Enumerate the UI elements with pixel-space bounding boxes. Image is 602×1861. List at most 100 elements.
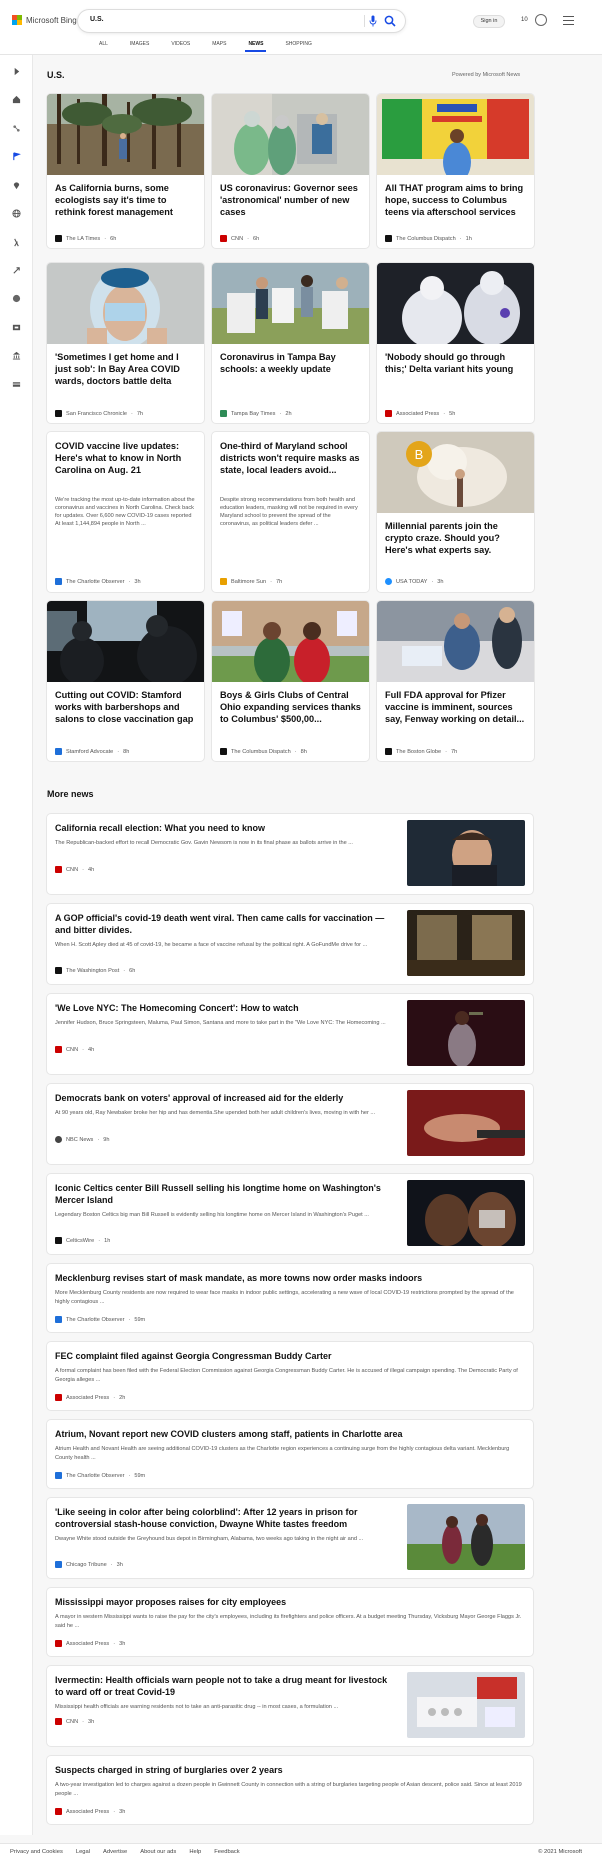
news-thumbnail (407, 1000, 525, 1066)
location-icon[interactable] (9, 178, 23, 192)
news-list-item[interactable]: A GOP official's covid-19 death went vir… (47, 904, 533, 984)
movie-icon[interactable] (9, 320, 23, 334)
tab-news[interactable]: News (237, 41, 274, 52)
news-list-item[interactable]: 'Like seeing in color after being colorb… (47, 1498, 533, 1578)
card-title[interactable]: Full FDA approval for Pfizer vaccine is … (385, 689, 527, 725)
tab-videos[interactable]: Videos (160, 41, 201, 51)
news-title[interactable]: California recall election: What you nee… (55, 822, 395, 834)
news-title[interactable]: A GOP official's covid-19 death went vir… (55, 912, 400, 936)
news-title[interactable]: Iconic Celtics center Bill Russell selli… (55, 1182, 395, 1206)
footer-link-about-ads[interactable]: About our ads (140, 1849, 176, 1855)
card-title[interactable]: 'Nobody should go through this;' Delta v… (385, 351, 527, 375)
bank-icon[interactable] (9, 348, 23, 362)
microphone-icon[interactable] (369, 15, 377, 27)
news-card[interactable]: Boys & Girls Clubs of Central Ohio expan… (212, 601, 369, 761)
card-title[interactable]: One-third of Maryland school districts w… (220, 440, 362, 476)
news-list-item[interactable]: Iconic Celtics center Bill Russell selli… (47, 1174, 533, 1254)
globe-world-icon[interactable] (9, 291, 23, 305)
card-image-crypto: B (377, 432, 534, 513)
science-icon[interactable] (9, 235, 23, 249)
tab-images[interactable]: Images (119, 41, 160, 51)
card-title[interactable]: Cutting out COVID: Stamford works with b… (55, 689, 197, 725)
section-title-us: U.S. (47, 70, 65, 80)
tab-shopping[interactable]: Shopping (274, 41, 322, 51)
news-card[interactable]: 'Sometimes I get home and I just sob': I… (47, 263, 204, 423)
cnn-logo-icon (220, 235, 227, 242)
sign-in-button[interactable]: Sign in (473, 15, 505, 28)
news-title[interactable]: Democrats bank on voters' approval of in… (55, 1092, 395, 1104)
tab-maps[interactable]: Maps (201, 41, 237, 51)
expand-icon[interactable] (9, 64, 23, 78)
card-title[interactable]: US coronavirus: Governor sees 'astronomi… (220, 182, 362, 218)
search-icon[interactable] (384, 15, 396, 27)
news-card[interactable]: COVID vaccine live updates: Here's what … (47, 432, 204, 592)
footer-link-privacy[interactable]: Privacy and Cookies (10, 1849, 63, 1855)
news-title[interactable]: 'We Love NYC: The Homecoming Concert': H… (55, 1002, 395, 1014)
news-card[interactable]: 'Nobody should go through this;' Delta v… (377, 263, 534, 423)
news-card[interactable]: One-third of Maryland school districts w… (212, 432, 369, 592)
news-time: 59m (134, 1316, 146, 1323)
card-title[interactable]: COVID vaccine live updates: Here's what … (55, 440, 197, 476)
news-card[interactable]: Cutting out COVID: Stamford works with b… (47, 601, 204, 761)
news-thumbnail (407, 1504, 525, 1570)
bing-logo[interactable]: Microsoft Bing (12, 15, 77, 25)
home-icon[interactable] (9, 92, 23, 106)
source-logo-icon (55, 235, 62, 242)
recommended-icon[interactable] (9, 121, 23, 135)
source-name: Stamford Advocate (66, 748, 114, 755)
news-card[interactable]: Coronavirus in Tampa Bay schools: a week… (212, 263, 369, 423)
news-list-item[interactable]: Mississippi mayor proposes raises for ci… (47, 1588, 533, 1656)
news-list-item[interactable]: Democrats bank on voters' approval of in… (47, 1084, 533, 1164)
search-query[interactable]: U.S. (90, 16, 104, 23)
card-icon[interactable] (9, 377, 23, 391)
card-title[interactable]: Millennial parents join the crypto craze… (385, 520, 527, 556)
card-source: The Charlotte Observer · 3h (55, 578, 141, 585)
footer-link-advertise[interactable]: Advertise (103, 1849, 127, 1855)
card-title[interactable]: 'Sometimes I get home and I just sob': I… (55, 351, 197, 387)
card-image-face-shield (47, 263, 204, 348)
card-image-ppe (377, 263, 534, 348)
card-title[interactable]: Boys & Girls Clubs of Central Ohio expan… (220, 689, 362, 725)
rewards-count[interactable]: 10 (521, 17, 528, 23)
news-title[interactable]: Mississippi mayor proposes raises for ci… (55, 1596, 525, 1608)
news-list-item[interactable]: FEC complaint filed against Georgia Cong… (47, 1342, 533, 1410)
news-list-item[interactable]: 'We Love NYC: The Homecoming Concert': H… (47, 994, 533, 1074)
news-card[interactable]: US coronavirus: Governor sees 'astronomi… (212, 94, 369, 248)
news-title[interactable]: Ivermectin: Health officials warn people… (55, 1674, 395, 1698)
footer-link-feedback[interactable]: Feedback (214, 1849, 239, 1855)
globe-icon[interactable] (9, 206, 23, 220)
news-list-item[interactable]: Ivermectin: Health officials warn people… (47, 1666, 533, 1746)
news-title[interactable]: Atrium, Novant report new COVID clusters… (55, 1428, 525, 1440)
news-description: More Mecklenburg County residents are no… (55, 1290, 514, 1305)
news-time: 1h (104, 1237, 111, 1244)
footer-link-legal[interactable]: Legal (76, 1849, 90, 1855)
news-card[interactable]: Full FDA approval for Pfizer vaccine is … (377, 601, 534, 761)
footer-link-help[interactable]: Help (189, 1849, 201, 1855)
news-card[interactable]: All THAT program aims to bring hope, suc… (377, 94, 534, 248)
news-title[interactable]: 'Like seeing in color after being colorb… (55, 1506, 395, 1530)
rewards-icon[interactable] (535, 14, 547, 26)
news-title[interactable]: Suspects charged in string of burglaries… (55, 1764, 525, 1776)
news-list-item[interactable]: California recall election: What you nee… (47, 814, 533, 894)
news-title[interactable]: Mecklenburg revises start of mask mandat… (55, 1272, 525, 1284)
news-title[interactable]: FEC complaint filed against Georgia Cong… (55, 1350, 525, 1362)
search-input[interactable]: U.S. (78, 10, 405, 32)
news-thumbnail (407, 910, 525, 976)
microsoft-logo-icon (12, 15, 22, 25)
news-source: Associated Press · 3h (55, 1640, 125, 1647)
news-source: The Charlotte Observer · 59m (55, 1316, 145, 1323)
news-card[interactable]: As California burns, some ecologists say… (47, 94, 204, 248)
flag-icon[interactable] (9, 149, 23, 163)
news-list-item[interactable]: Atrium, Novant report new COVID clusters… (47, 1420, 533, 1488)
header-divider (0, 54, 602, 55)
card-title[interactable]: Coronavirus in Tampa Bay schools: a week… (220, 351, 362, 375)
news-card[interactable]: B Millennial parents join the crypto cra… (377, 432, 534, 592)
tab-all[interactable]: All (88, 41, 119, 51)
section-title-more-news: More news (47, 789, 94, 799)
news-list-item[interactable]: Mecklenburg revises start of mask mandat… (47, 1264, 533, 1332)
rocket-icon[interactable] (9, 263, 23, 277)
card-title[interactable]: As California burns, some ecologists say… (55, 182, 197, 218)
news-list-item[interactable]: Suspects charged in string of burglaries… (47, 1756, 533, 1824)
card-title[interactable]: All THAT program aims to bring hope, suc… (385, 182, 527, 218)
hamburger-menu-icon[interactable] (563, 16, 574, 25)
